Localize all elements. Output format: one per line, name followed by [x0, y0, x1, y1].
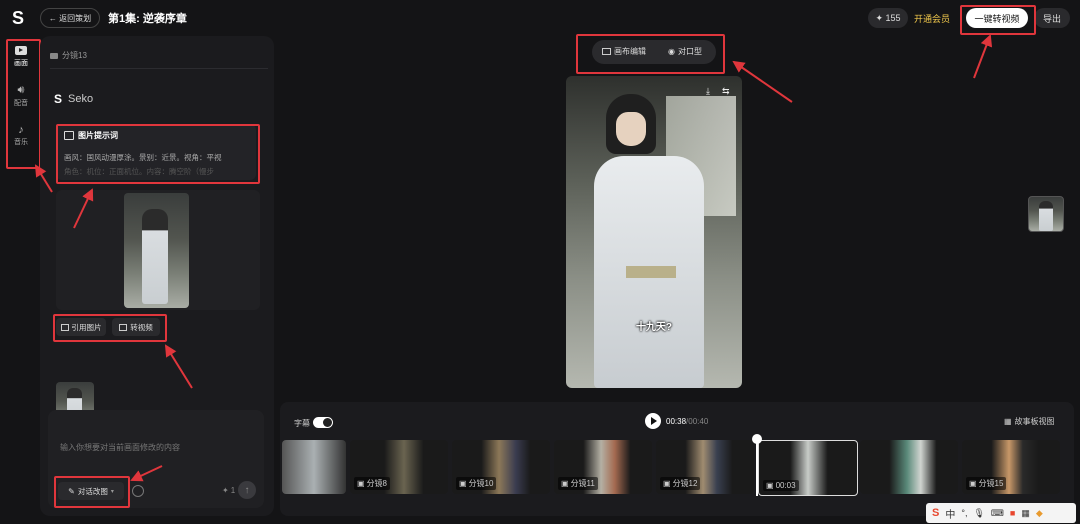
seko-logo-icon: S	[54, 92, 63, 106]
member-link[interactable]: 开通会员	[914, 12, 950, 25]
credit-counter: ✦ 1	[222, 486, 236, 495]
camera-icon	[50, 52, 58, 59]
subtitle-toggle-label: 字幕	[294, 419, 310, 428]
back-button[interactable]: ← 返回策划	[40, 8, 100, 28]
timeline-clip[interactable]	[282, 440, 346, 494]
image-icon: ▣	[663, 479, 671, 488]
chat-input[interactable]: 输入你想要对当前画面修改的内容	[60, 442, 180, 453]
grid-icon[interactable]: ▦	[1021, 508, 1030, 519]
time-display: 00:38/00:40	[666, 417, 709, 426]
tab-canvas-edit[interactable]: 画布编辑	[602, 46, 646, 57]
sidebar-item-label: 配音	[14, 100, 28, 107]
sidebar-item-label: 画面	[14, 60, 28, 67]
timeline-clip-selected[interactable]: ▣ 00:03	[758, 440, 858, 496]
playhead-line	[756, 440, 758, 496]
ime-lang[interactable]: 中	[945, 506, 955, 521]
image-icon	[60, 323, 69, 331]
video-icon	[15, 46, 27, 55]
subtitle-overlay: 十九天?	[635, 322, 673, 333]
eye-icon: ◉	[668, 47, 675, 56]
bag-icon[interactable]: ■	[1010, 508, 1015, 518]
clip-label: ▣ 分镜11	[558, 477, 598, 490]
sidebar-item-video[interactable]: 画面	[6, 44, 36, 78]
prompt-text-faded: 角色：机位：正面机位。内容：腾空阶（慢步	[64, 167, 214, 176]
play-button[interactable]	[645, 413, 661, 429]
timeline-clip[interactable]: ▣ 分镜11	[554, 440, 652, 494]
floating-thumbnail[interactable]	[1028, 196, 1064, 232]
video-icon	[119, 323, 128, 331]
segment-header: 分镜13	[50, 50, 87, 61]
storyboard-view-button[interactable]: ▦ 故事板视图	[1004, 416, 1055, 427]
app-logo[interactable]: S	[12, 8, 32, 28]
microphone-icon[interactable]: 🎙︎	[973, 508, 984, 519]
tab-lip-sync[interactable]: ◉ 对口型	[668, 46, 702, 57]
subtitle-toggle[interactable]	[313, 417, 333, 428]
timeline-clip[interactable]: ▣ 分镜12	[656, 440, 754, 494]
ime-toolbar: S 中 °, 🎙︎ ⌨ ■ ▦ ◆	[926, 503, 1076, 523]
image-icon: ▣	[766, 481, 774, 490]
credits-badge[interactable]: ✦ 155	[868, 8, 908, 28]
one-click-video-button[interactable]: 一键转视频	[966, 8, 1028, 28]
chevron-down-icon: ▾	[110, 488, 114, 495]
settings-icon[interactable]	[132, 485, 144, 497]
brand-row: S Seko	[54, 92, 94, 106]
prompt-card[interactable]: 图片提示词 画风：国风动漫厚涂。景别：近景。视角：平视 角色：机位：正面机位。内…	[56, 124, 256, 180]
export-button[interactable]: 导出	[1034, 8, 1070, 28]
music-icon: ♪	[18, 124, 24, 136]
image-icon: ▣	[969, 479, 977, 488]
sidebar-item-music[interactable]: ♪ 音乐	[6, 124, 36, 158]
episode-title: 第1集: 逆袭序章	[108, 13, 187, 25]
punctuation-icon[interactable]: °,	[961, 508, 967, 518]
prompt-text: 画风：国风动漫厚涂。景别：近景。视角：平视	[64, 153, 222, 162]
clip-label: ▣ 00:03	[763, 480, 799, 491]
send-button[interactable]: ↑	[238, 481, 256, 499]
image-icon: ▣	[357, 479, 365, 488]
sparkle-icon: ✦	[222, 486, 229, 495]
monitor-icon	[602, 48, 611, 55]
keyboard-icon[interactable]: ⌨	[991, 508, 1004, 519]
ref-image-button[interactable]: 引用图片	[56, 318, 106, 336]
swap-icon[interactable]: ⇆	[722, 86, 730, 97]
sidebar-item-voice[interactable]: 🔊︎ 配音	[6, 84, 36, 118]
timeline-clip[interactable]: ▣ 分镜8	[350, 440, 448, 494]
pen-icon: ✎	[68, 486, 75, 496]
prompt-title: 图片提示词	[78, 131, 118, 140]
timeline-clip[interactable]	[860, 440, 958, 494]
sidebar: 画面 🔊︎ 配音 ♪ 音乐	[6, 40, 36, 165]
sidebar-item-label: 音乐	[14, 139, 28, 146]
timeline-clip[interactable]: ▣ 分镜10	[452, 440, 550, 494]
sogou-icon[interactable]: S	[932, 507, 939, 519]
image-icon: ▣	[561, 479, 569, 488]
speaker-icon: 🔊︎	[17, 84, 25, 96]
clip-label: ▣ 分镜12	[660, 477, 701, 490]
clip-label: ▣ 分镜10	[456, 477, 497, 490]
grid-icon: ▦	[1004, 417, 1012, 426]
timeline-clip[interactable]: ▣ 分镜15	[962, 440, 1060, 494]
edit-mode-dropdown[interactable]: ✎ 对话改图 ▾	[58, 482, 124, 500]
download-icon[interactable]: ⤓	[706, 86, 710, 97]
play-icon	[651, 417, 657, 425]
clip-label: ▣ 分镜15	[966, 477, 1007, 490]
clip-label: ▣ 分镜8	[354, 477, 391, 490]
bird-icon[interactable]: ◆	[1036, 508, 1043, 519]
image-icon: ▣	[459, 479, 467, 488]
image-icon	[64, 131, 74, 140]
divider	[50, 68, 268, 69]
to-video-button[interactable]: 转视频	[112, 318, 160, 336]
arrow-up-icon: ↑	[244, 484, 250, 496]
generated-image[interactable]	[124, 193, 189, 308]
main-preview-image[interactable]	[566, 76, 742, 388]
